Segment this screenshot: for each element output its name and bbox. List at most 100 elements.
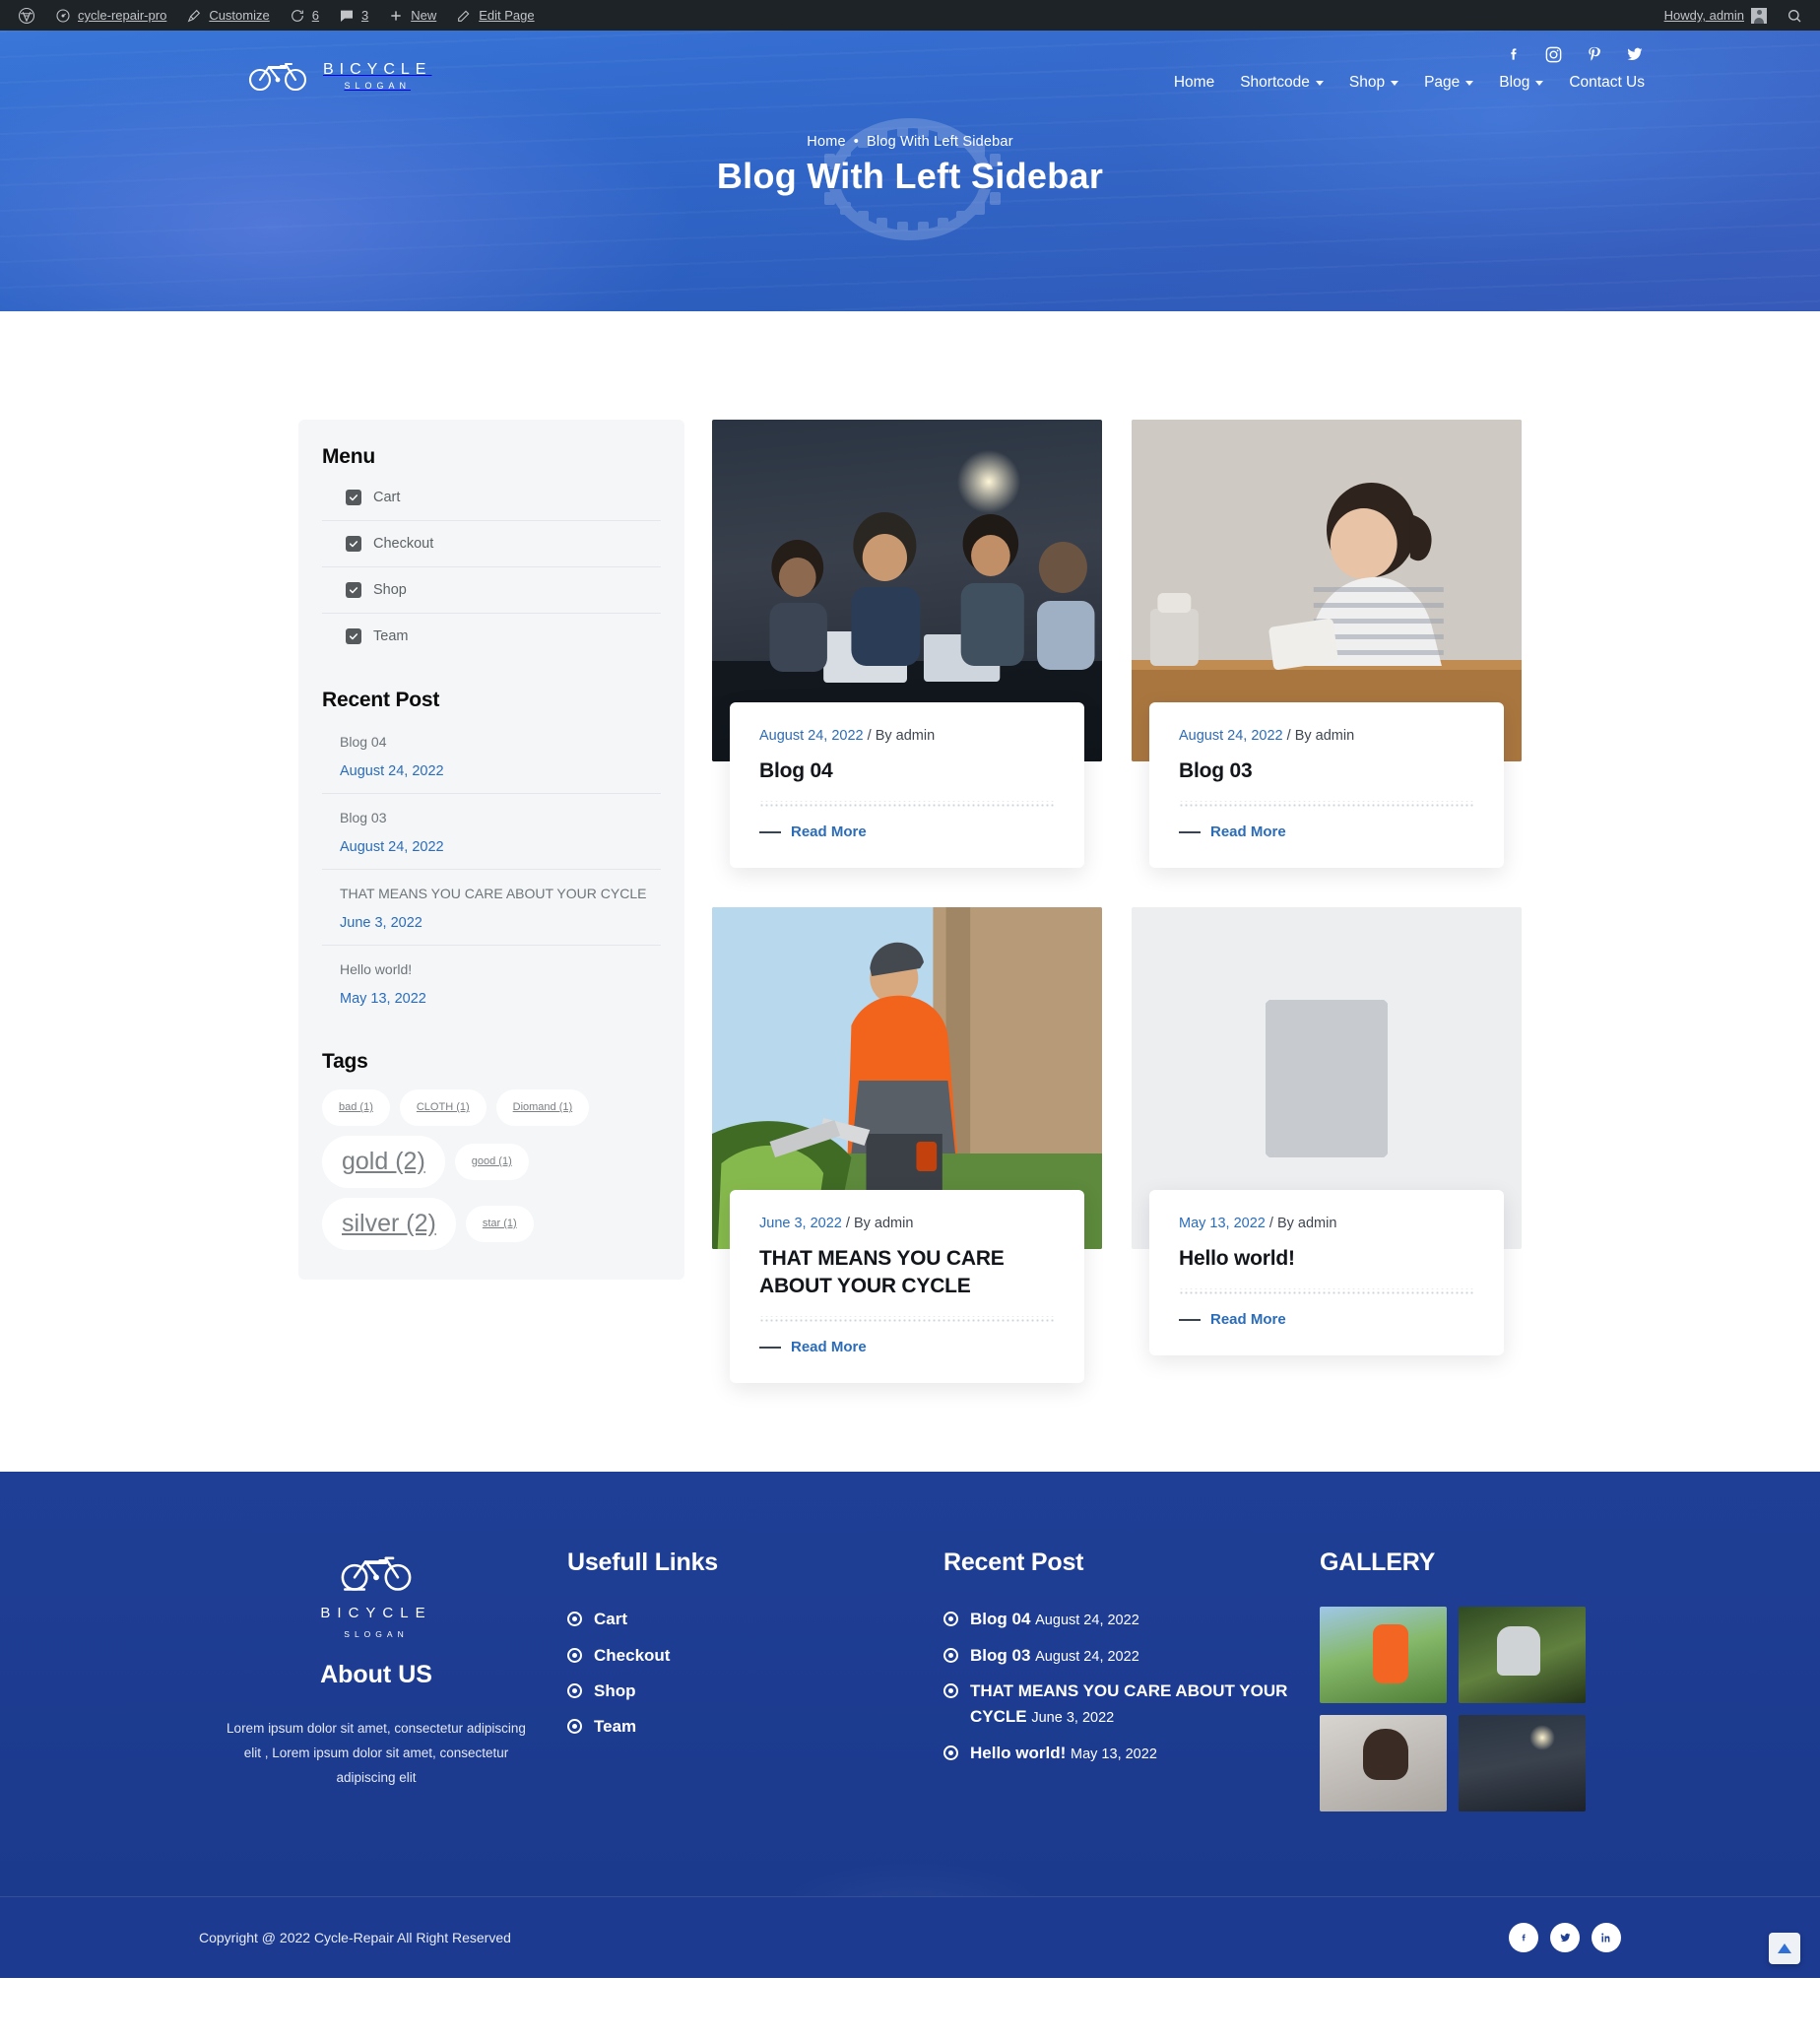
twitter-icon[interactable] (1550, 1923, 1580, 1953)
post-title[interactable]: THAT MEANS YOU CARE ABOUT YOUR CYCLE (759, 1245, 1055, 1299)
list-item[interactable]: Shop (567, 1679, 916, 1704)
read-more-link[interactable]: Read More (1179, 1311, 1286, 1328)
linkedin-icon[interactable] (1592, 1923, 1621, 1953)
recent-post-title[interactable]: Hello world! (340, 959, 661, 980)
checkbox-checked-icon[interactable] (346, 628, 361, 644)
updates-button[interactable]: 6 (280, 0, 329, 31)
post-date-link[interactable]: May 13, 2022 (1179, 1216, 1266, 1231)
post-date-link[interactable]: August 24, 2022 (1179, 728, 1283, 744)
post-title[interactable]: Blog 04 (759, 758, 1055, 785)
list-item[interactable]: Blog 04 August 24, 2022 (322, 718, 661, 794)
list-item[interactable]: Team (322, 614, 661, 659)
pinterest-icon[interactable] (1586, 44, 1602, 64)
recent-post-title[interactable]: THAT MEANS YOU CARE ABOUT YOUR CYCLE (340, 884, 661, 904)
gallery-thumb-gardener[interactable] (1320, 1607, 1447, 1704)
content-layout: Menu Cart Checkout Shop Team Recent Post… (298, 420, 1522, 1384)
list-item[interactable]: Checkout (322, 521, 661, 567)
footer-logo[interactable]: BICYCLE SLOGAN (213, 1548, 540, 1639)
footer-link-shop[interactable]: Shop (594, 1679, 636, 1704)
footer-recent-post-title[interactable]: THAT MEANS YOU CARE ABOUT YOUR CYCLE (970, 1681, 1287, 1726)
search-button[interactable] (1777, 0, 1812, 31)
list-item[interactable]: THAT MEANS YOU CARE ABOUT YOUR CYCLE Jun… (943, 1679, 1292, 1731)
checkbox-checked-icon[interactable] (346, 582, 361, 598)
tag-cloth[interactable]: CLOTH (1) (399, 1089, 487, 1126)
list-item[interactable]: Team (567, 1714, 916, 1740)
bicycle-icon (246, 56, 309, 97)
nav-item-shortcode[interactable]: Shortcode (1240, 74, 1324, 92)
bullet-icon (943, 1612, 958, 1627)
nav-item-home[interactable]: Home (1174, 74, 1214, 92)
recent-post-title[interactable]: Blog 03 (340, 808, 661, 828)
post-title[interactable]: Blog 03 (1179, 758, 1474, 785)
footer-recent-post-title[interactable]: Hello world! (970, 1744, 1066, 1762)
customize-button[interactable]: Customize (176, 0, 279, 31)
footer-link-checkout[interactable]: Checkout (594, 1643, 670, 1669)
list-item[interactable]: Cart (567, 1607, 916, 1632)
list-item[interactable]: Blog 03 August 24, 2022 (943, 1643, 1292, 1669)
comments-count: 3 (360, 8, 369, 23)
checkbox-checked-icon[interactable] (346, 536, 361, 552)
list-item[interactable]: Checkout (567, 1643, 916, 1669)
twitter-icon[interactable] (1625, 45, 1645, 63)
list-item[interactable]: Cart (322, 475, 661, 521)
post-date-link[interactable]: August 24, 2022 (759, 728, 864, 744)
back-to-top-icon[interactable] (1769, 1933, 1800, 1965)
gallery-thumb-meeting[interactable] (1459, 1715, 1586, 1812)
nav-item-page[interactable]: Page (1424, 74, 1474, 92)
list-item[interactable]: Hello world! May 13, 2022 (322, 946, 661, 1021)
blog-post-grid: August 24, 2022 / By admin Blog 04 Read … (712, 420, 1522, 1384)
post-title[interactable]: Hello world! (1179, 1245, 1474, 1273)
instagram-icon[interactable] (1544, 45, 1563, 64)
wp-admin-bar: cycle-repair-pro Customize 6 3 New Edit … (0, 0, 1820, 31)
sidebar-item-label: Cart (373, 490, 401, 505)
site-name-button[interactable]: cycle-repair-pro (45, 0, 176, 31)
gallery-thumb-woman-desk[interactable] (1320, 1715, 1447, 1812)
list-item[interactable]: THAT MEANS YOU CARE ABOUT YOUR CYCLE Jun… (322, 870, 661, 946)
read-more-label: Read More (791, 1339, 867, 1356)
sidebar-item-team[interactable]: Team (322, 614, 661, 659)
new-content-button[interactable]: New (378, 0, 446, 31)
footer-recent-post-title[interactable]: Blog 04 (970, 1610, 1030, 1628)
footer-recent-post-item: THAT MEANS YOU CARE ABOUT YOUR CYCLE Jun… (970, 1679, 1292, 1731)
wp-logo-button[interactable] (8, 0, 45, 31)
comments-button[interactable]: 3 (329, 0, 378, 31)
footer-link-team[interactable]: Team (594, 1714, 636, 1740)
checkbox-checked-icon[interactable] (346, 490, 361, 505)
chevron-down-icon (1535, 80, 1544, 86)
howdy-account-button[interactable]: Howdy, admin (1655, 0, 1777, 31)
footer-recent-post-title[interactable]: Blog 03 (970, 1646, 1030, 1665)
tag-bad[interactable]: bad (1) (322, 1089, 390, 1126)
facebook-icon[interactable] (1507, 44, 1522, 64)
sidebar-item-shop[interactable]: Shop (322, 567, 661, 613)
new-label: New (411, 8, 437, 23)
read-more-link[interactable]: Read More (1179, 823, 1286, 840)
site-logo[interactable]: BICYCLE SLOGAN (246, 31, 431, 97)
recent-post-title[interactable]: Blog 04 (340, 732, 661, 753)
read-more-link[interactable]: Read More (759, 823, 867, 840)
nav-item-blog[interactable]: Blog (1499, 74, 1544, 92)
tag-good[interactable]: good (1) (454, 1144, 529, 1180)
list-item[interactable]: Blog 03 August 24, 2022 (322, 794, 661, 870)
sidebar-item-cart[interactable]: Cart (322, 475, 661, 520)
footer-link-cart[interactable]: Cart (594, 1607, 627, 1632)
nav-item-shop[interactable]: Shop (1349, 74, 1399, 92)
footer-social-links (1509, 1923, 1645, 1953)
wordpress-icon (18, 7, 35, 25)
tag-star[interactable]: star (1) (465, 1206, 534, 1242)
read-more-link[interactable]: Read More (759, 1339, 867, 1355)
footer-useful-links-column: Usefull Links Cart Checkout Shop Team (567, 1548, 916, 1811)
list-item[interactable]: Hello world! May 13, 2022 (943, 1741, 1292, 1766)
nav-item-contact-us[interactable]: Contact Us (1569, 74, 1645, 92)
sidebar-item-label: Checkout (373, 536, 434, 552)
list-item[interactable]: Blog 04 August 24, 2022 (943, 1607, 1292, 1632)
tag-silver[interactable]: silver (2) (322, 1198, 456, 1250)
facebook-icon[interactable] (1509, 1923, 1538, 1953)
tag-gold[interactable]: gold (2) (322, 1136, 445, 1188)
sidebar-item-checkout[interactable]: Checkout (322, 521, 661, 566)
list-item[interactable]: Shop (322, 567, 661, 614)
gallery-thumb-bike-mechanic[interactable] (1459, 1607, 1586, 1704)
edit-page-button[interactable]: Edit Page (446, 0, 544, 31)
tag-diomand[interactable]: Diomand (1) (495, 1089, 590, 1126)
edit-page-label: Edit Page (479, 8, 535, 23)
post-date-link[interactable]: June 3, 2022 (759, 1216, 842, 1231)
